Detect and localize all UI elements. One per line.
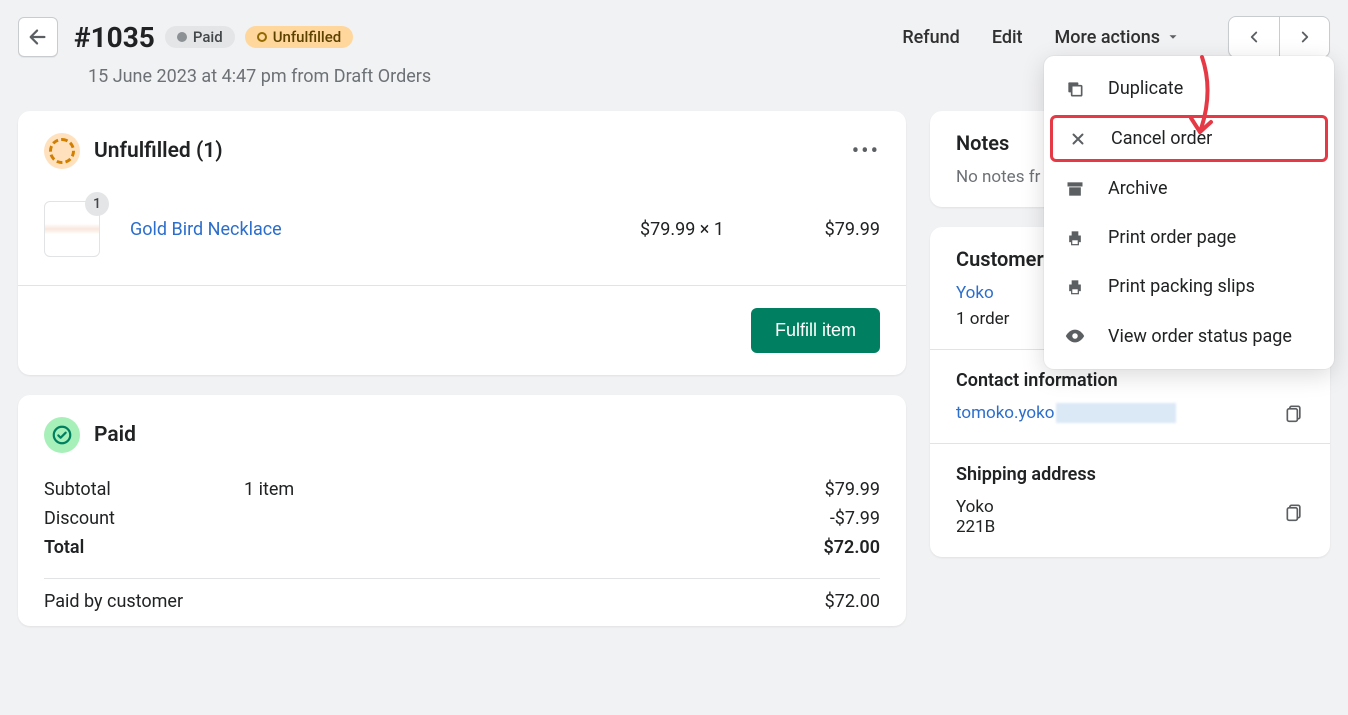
menu-label: View order status page (1108, 326, 1292, 347)
copy-address-button[interactable] (1284, 502, 1304, 522)
cancel-icon (1067, 130, 1089, 148)
product-name-link[interactable]: Gold Bird Necklace (130, 219, 640, 240)
back-button[interactable] (18, 17, 58, 57)
eye-icon (1064, 325, 1086, 347)
prev-order-button[interactable] (1229, 17, 1279, 57)
menu-item-print-order[interactable]: Print order page (1044, 213, 1334, 262)
more-actions-menu: Duplicate Cancel order Archive Print ord… (1044, 56, 1334, 369)
clipboard-icon (1284, 502, 1304, 522)
menu-label: Duplicate (1108, 78, 1183, 99)
fulfill-item-button[interactable]: Fulfill item (751, 308, 880, 353)
clipboard-icon (1284, 403, 1304, 423)
menu-item-print-slips[interactable]: Print packing slips (1044, 262, 1334, 311)
unfulfilled-badge: Unfulfilled (245, 26, 354, 48)
paid-icon (44, 417, 80, 453)
shipping-name: Yoko (956, 497, 1096, 517)
menu-item-archive[interactable]: Archive (1044, 164, 1334, 213)
total-amount: $72.00 (823, 537, 880, 558)
line-total: $79.99 (790, 219, 880, 240)
fulfillment-card: Unfulfilled (1) ••• 1 Gold Bird Necklace… (18, 111, 906, 375)
menu-item-duplicate[interactable]: Duplicate (1044, 64, 1334, 113)
contact-email-link[interactable]: tomoko.yoko (956, 403, 1054, 423)
card-more-button[interactable]: ••• (852, 139, 880, 164)
paid-badge: Paid (165, 26, 235, 48)
paid-by-label: Paid by customer (44, 591, 344, 612)
menu-label: Archive (1108, 178, 1168, 199)
more-actions-label: More actions (1055, 27, 1160, 48)
duplicate-icon (1064, 79, 1086, 99)
more-actions-button[interactable]: More actions (1055, 27, 1180, 48)
paid-by-amount: $72.00 (825, 591, 880, 612)
unfulfilled-icon (44, 133, 80, 169)
caret-down-icon (1166, 30, 1180, 44)
menu-label: Print packing slips (1108, 276, 1255, 297)
subtotal-desc: 1 item (244, 479, 825, 500)
arrow-left-icon (27, 26, 49, 48)
copy-email-button[interactable] (1284, 403, 1304, 423)
total-label: Total (44, 537, 244, 558)
email-redacted (1056, 403, 1176, 423)
discount-label: Discount (44, 508, 244, 529)
payment-title: Paid (94, 423, 136, 447)
refund-link[interactable]: Refund (902, 27, 960, 48)
order-number: #1035 (74, 21, 155, 54)
fulfillment-title: Unfulfilled (1) (94, 139, 223, 163)
chevron-right-icon (1296, 28, 1314, 46)
check-circle-icon (51, 424, 73, 446)
shipping-line1: 221B (956, 517, 1096, 537)
chevron-left-icon (1245, 28, 1263, 46)
edit-link[interactable]: Edit (992, 27, 1023, 48)
next-order-button[interactable] (1279, 17, 1329, 57)
archive-icon (1064, 179, 1086, 199)
print-icon (1064, 277, 1086, 297)
menu-item-cancel-order[interactable]: Cancel order (1050, 115, 1328, 162)
quantity-badge: 1 (85, 192, 109, 216)
shipping-address-title: Shipping address (956, 464, 1096, 485)
menu-label: Print order page (1108, 227, 1236, 248)
menu-label: Cancel order (1111, 128, 1212, 149)
subtotal-amount: $79.99 (825, 479, 880, 500)
contact-info-title: Contact information (956, 370, 1304, 391)
line-price-qty: $79.99 × 1 (640, 219, 790, 240)
subtotal-label: Subtotal (44, 479, 244, 500)
discount-amount: -$7.99 (830, 508, 880, 529)
product-thumbnail[interactable]: 1 (44, 201, 100, 257)
menu-item-view-status[interactable]: View order status page (1044, 311, 1334, 361)
print-icon (1064, 228, 1086, 248)
payment-card: Paid Subtotal 1 item $79.99 Discount -$7… (18, 395, 906, 626)
